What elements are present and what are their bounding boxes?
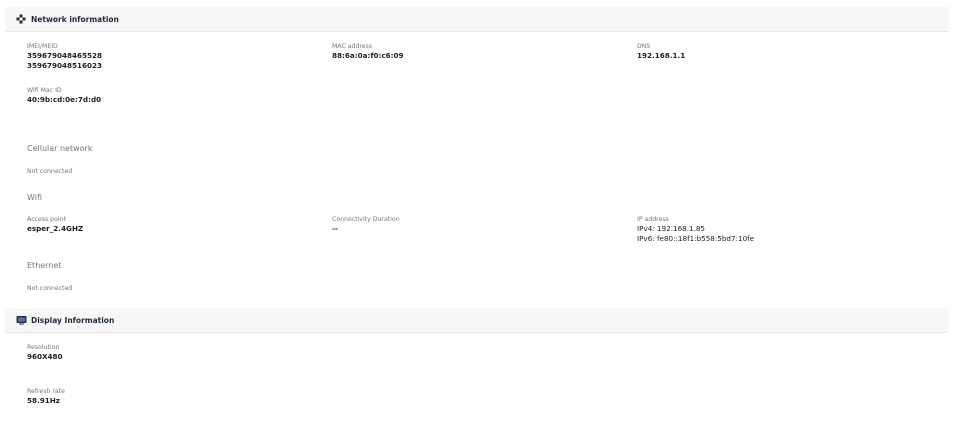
wifi-mac-label: Wifi Mac ID [27,87,62,94]
ipv4-value: IPv4: 192.168.1.85 [637,224,705,233]
connectivity-duration-value: -- [332,224,338,233]
imei-value-2: 359679048516023 [27,61,103,70]
cellular-status: Not connected [27,168,73,175]
ethernet-status: Not connected [27,285,73,292]
dns-field: DNS 192.168.1.1 [637,43,685,61]
display-icon [15,314,27,326]
dns-value: 192.168.1.1 [637,51,686,60]
network-icon [15,13,27,25]
resolution-value: 960X480 [27,352,63,361]
mac-address-field: MAC address 88:6a:0a:f0:c6:09 [332,43,403,61]
network-information-title: Network information [31,14,119,24]
imei-label: IMEI/MEID [27,43,58,50]
access-point-label: Access point [27,216,66,223]
ip-address-field: IP address IPv4: 192.168.1.85 IPv6: fe80… [637,216,754,244]
network-information-header: Network information [5,7,949,32]
resolution-field: Resolution 960X480 [27,344,63,362]
imei-field: IMEI/MEID 359679048465528 35967904851602… [27,43,102,71]
wifi-heading: Wifi [27,193,42,202]
imei-value-1: 359679048465528 [27,51,103,60]
refresh-rate-value: 58.91Hz [27,396,60,405]
cellular-network-heading: Cellular network [27,144,93,153]
display-information-header: Display Information [5,308,949,333]
access-point-field: Access point esper_2.4GHZ [27,216,83,234]
wifi-mac-field: Wifi Mac ID 40:9b:cd:0e:7d:d0 [27,87,101,105]
mac-address-label: MAC address [332,43,373,50]
dns-label: DNS [637,43,651,50]
display-information-title: Display Information [31,315,115,325]
wifi-mac-value: 40:9b:cd:0e:7d:d0 [27,95,102,104]
refresh-rate-field: Refresh rate 58.91Hz [27,388,65,406]
ethernet-heading: Ethernet [27,261,62,270]
connectivity-duration-label: Connectivity Duration [332,216,400,223]
access-point-value: esper_2.4GHZ [27,224,84,233]
ipv6-value: IPv6: fe80::18f1:b558:5bd7:10fe [637,234,755,243]
connectivity-duration-field: Connectivity Duration -- [332,216,400,234]
mac-address-value: 88:6a:0a:f0:c6:09 [332,51,404,60]
resolution-label: Resolution [27,344,60,351]
ip-address-label: IP address [637,216,669,223]
refresh-rate-label: Refresh rate [27,388,65,395]
